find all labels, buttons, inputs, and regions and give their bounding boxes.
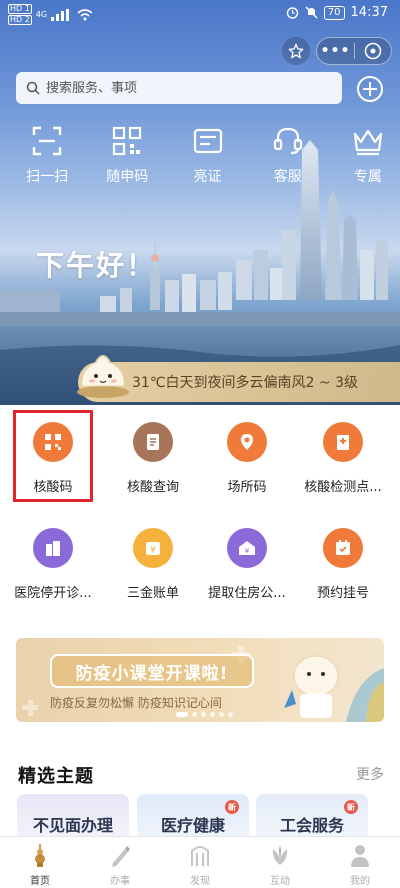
service-label: 核酸查询 — [126, 480, 179, 495]
svg-text:¥: ¥ — [150, 546, 156, 556]
sim1-label: HD 1 — [8, 4, 32, 14]
service-testing-sites[interactable]: 核酸检测点... — [293, 422, 393, 495]
featured-card-contactless[interactable]: 不见面办理 — [17, 794, 129, 842]
pen-icon — [112, 846, 130, 867]
card-label: 不见面办理 — [32, 816, 113, 835]
hospital-icon — [323, 422, 363, 462]
card-label: 工会服务 — [279, 816, 344, 835]
magnolia-icon — [272, 845, 288, 865]
greeting-text: 下午好！ — [36, 249, 157, 282]
new-badge: 新 — [344, 800, 358, 814]
tab-discover[interactable]: 发现 — [160, 837, 240, 888]
service-label: 核酸检测点... — [304, 480, 382, 495]
service-housing-fund[interactable]: ¥ 提取住房公... — [197, 528, 297, 601]
selection-highlight — [13, 410, 93, 502]
tab-label: 互动 — [270, 876, 290, 887]
service-appointment[interactable]: 预约挂号 — [293, 528, 393, 601]
search-bar[interactable] — [16, 72, 342, 104]
banner-title: 防疫小课堂开课啦! — [50, 654, 254, 688]
card-label: 医疗健康 — [160, 816, 225, 835]
service-three-funds-bill[interactable]: ¥ 三金账单 — [103, 528, 203, 601]
add-circle-icon[interactable] — [355, 74, 385, 104]
id-card-icon — [193, 128, 222, 154]
mute-icon — [305, 6, 318, 19]
tab-interact[interactable]: 互动 — [240, 837, 320, 888]
quick-action-support[interactable]: 客服 — [256, 124, 320, 186]
user-icon — [351, 845, 369, 867]
search-input[interactable] — [46, 80, 326, 96]
quick-action-label: 随申码 — [106, 169, 149, 185]
alarm-icon — [286, 7, 298, 19]
service-label: 场所码 — [227, 480, 267, 495]
quick-action-label: 专属 — [353, 169, 382, 185]
service-label: 预约挂号 — [316, 586, 369, 601]
pagination-dot — [219, 712, 224, 717]
quick-action-scan[interactable]: 扫一扫 — [15, 124, 79, 186]
wifi-icon — [77, 8, 93, 20]
quick-actions: 扫一扫 随申码 亮证 客服 专属 — [0, 124, 400, 186]
svg-text:¥: ¥ — [245, 547, 250, 555]
star-icon — [288, 43, 304, 59]
house-fund-icon: ¥ — [227, 528, 267, 568]
status-bar: HD 1 HD 2 4G 70 14:37 — [0, 0, 400, 28]
new-badge: 新 — [225, 800, 239, 814]
clock: 14:37 — [350, 5, 388, 20]
service-hospital-closures[interactable]: 医院停开诊... — [3, 528, 103, 601]
quick-action-label: 亮证 — [193, 169, 222, 185]
pagination-dot — [210, 712, 215, 717]
search-icon — [26, 81, 40, 95]
sim2-label: HD 2 — [8, 15, 32, 25]
close-circle-icon — [364, 42, 382, 60]
building-icon — [33, 528, 73, 568]
quick-action-label: 客服 — [273, 169, 302, 185]
pagination-dot-active — [176, 712, 188, 717]
featured-section-title: 精选主题 — [18, 766, 94, 787]
qr-code-icon — [113, 126, 142, 156]
quick-action-suishenma[interactable]: 随申码 — [95, 124, 159, 186]
service-label: 医院停开诊... — [14, 586, 92, 601]
featured-card-healthcare[interactable]: 新 医疗健康 — [137, 794, 249, 842]
tab-services[interactable]: 办事 — [80, 837, 160, 888]
gate-icon — [191, 846, 209, 866]
scan-icon — [32, 126, 62, 156]
pagoda-icon — [35, 844, 45, 867]
money-icon: ¥ — [133, 528, 173, 568]
more-button[interactable]: ••• — [317, 43, 354, 59]
quick-action-label: 扫一扫 — [26, 169, 69, 185]
crown-icon — [353, 129, 383, 156]
featured-card-union[interactable]: 新 工会服务 — [256, 794, 368, 842]
document-icon — [133, 422, 173, 462]
service-nucleic-acid-query[interactable]: 核酸查询 — [103, 422, 203, 495]
calendar-icon — [323, 528, 363, 568]
more-link[interactable]: 更多 — [356, 764, 384, 784]
signal-icon — [51, 8, 70, 21]
quick-action-exclusive[interactable]: 专属 — [336, 124, 400, 186]
close-button[interactable] — [355, 42, 391, 60]
miniprogram-capsule: ••• — [316, 37, 392, 65]
tab-label: 发现 — [190, 876, 210, 887]
pagination-dot — [228, 712, 233, 717]
bottom-tab-bar: 首页 办事 发现 互动 我的 — [0, 836, 400, 888]
quick-action-show-id[interactable]: 亮证 — [175, 124, 239, 186]
service-place-code[interactable]: 场所码 — [197, 422, 297, 495]
tab-label: 首页 — [30, 876, 50, 887]
service-label: 三金账单 — [126, 586, 179, 601]
banner-subtitle: 防疫反复勿松懈 防疫知识记心间 — [50, 696, 222, 710]
promo-banner[interactable]: 防疫小课堂开课啦! 防疫反复勿松懈 防疫知识记心间 — [16, 638, 384, 722]
location-pin-icon — [227, 422, 267, 462]
headset-icon — [273, 127, 302, 155]
pagination-dot — [192, 712, 197, 717]
tab-label: 我的 — [350, 876, 370, 887]
pagination-dot — [201, 712, 206, 717]
bun-mascot-icon — [77, 355, 129, 398]
service-label: 提取住房公... — [208, 586, 286, 601]
favorite-button[interactable] — [282, 37, 310, 65]
tab-mine[interactable]: 我的 — [320, 837, 400, 888]
banner-pagination — [176, 712, 233, 717]
tab-label: 办事 — [110, 876, 130, 887]
battery-indicator: 70 — [323, 5, 345, 20]
tab-home[interactable]: 首页 — [0, 837, 80, 888]
network-label: 4G — [35, 10, 48, 19]
